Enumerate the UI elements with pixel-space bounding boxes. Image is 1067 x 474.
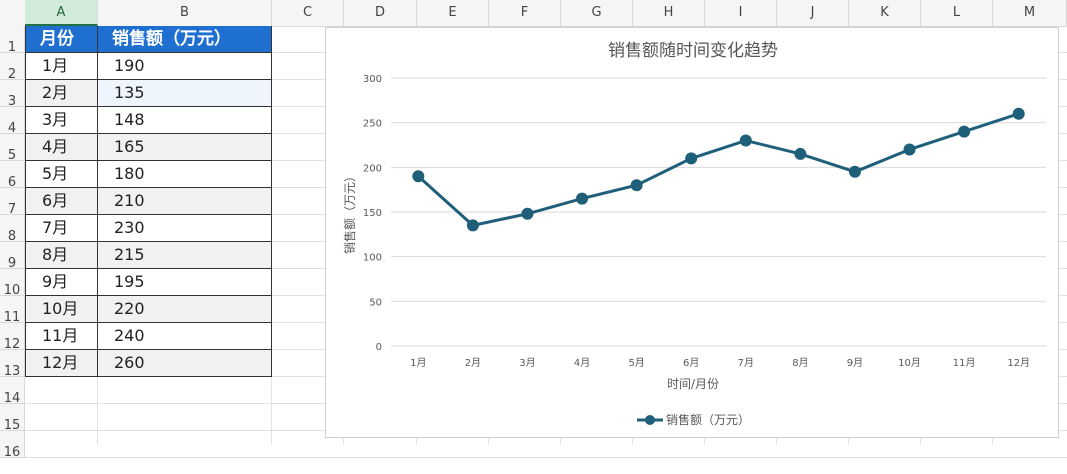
cell-month[interactable]: 6月 (25, 188, 98, 215)
x-tick-label: 6月 (683, 357, 699, 369)
chart-title: 销售额随时间变化趋势 (608, 41, 778, 61)
data-point (466, 219, 479, 232)
x-tick-label: 3月 (519, 357, 535, 369)
row-header-1[interactable]: 1 (0, 26, 25, 55)
column-header-d[interactable]: D (344, 0, 417, 26)
row-header-11[interactable]: 11 (0, 296, 25, 325)
select-all-corner[interactable] (0, 0, 26, 26)
row-header-3[interactable]: 3 (0, 80, 25, 109)
cell-sales[interactable]: 135 (98, 80, 272, 107)
row-header-2[interactable]: 2 (0, 53, 25, 82)
data-point (412, 170, 425, 183)
column-header-m[interactable]: M (993, 0, 1067, 26)
row-header-13[interactable]: 13 (0, 350, 25, 379)
column-header-h[interactable]: H (633, 0, 705, 26)
y-tick-label: 100 (363, 253, 382, 264)
y-tick-label: 150 (363, 208, 382, 219)
cell-sales[interactable]: 220 (98, 296, 272, 323)
cell-month[interactable]: 12月 (25, 350, 98, 377)
data-point (794, 147, 807, 160)
y-tick-label: 0 (376, 342, 382, 353)
column-header-j[interactable]: J (777, 0, 849, 26)
data-point (848, 165, 861, 178)
data-point (958, 125, 971, 138)
series-line (417, 112, 1020, 227)
x-tick-label: 10月 (898, 357, 921, 369)
row-header-7[interactable]: 7 (0, 188, 25, 217)
legend-marker (645, 415, 655, 425)
cell-month[interactable]: 10月 (25, 296, 98, 323)
chart-svg: 销售额随时间变化趋势 0 50 100 150 200 250 300 1月 2月 3月 4月 5月 6月… (342, 41, 1046, 427)
data-point (903, 143, 916, 156)
cell-sales[interactable]: 240 (98, 323, 272, 350)
data-point (739, 134, 752, 147)
x-tick-label: 11月 (953, 357, 976, 369)
data-point (685, 152, 698, 165)
column-header-b[interactable]: B (98, 0, 272, 26)
data-point (521, 207, 534, 220)
data-point (1012, 107, 1025, 120)
cell-sales[interactable]: 230 (98, 215, 272, 242)
cell-sales[interactable]: 260 (98, 350, 272, 377)
line-chart[interactable]: 销售额随时间变化趋势 0 50 100 150 200 250 300 1月 2月 3月 4月 5月 6月… (325, 27, 1059, 438)
x-tick-label: 12月 (1007, 357, 1030, 369)
x-tick-label: 9月 (847, 357, 863, 369)
cell-month[interactable]: 9月 (25, 269, 98, 296)
x-tick-label: 5月 (628, 357, 644, 369)
column-header-k[interactable]: K (849, 0, 921, 26)
column-header-e[interactable]: E (417, 0, 489, 26)
row-header-12[interactable]: 12 (0, 323, 25, 352)
column-header-f[interactable]: F (489, 0, 561, 26)
data-point (576, 192, 589, 205)
spreadsheet: ABCDEFGHIJKLM 1 2 3 4 5 6 7 8 9 10 11 12 13 14 15 16 月份… (0, 0, 1067, 460)
column-headers: ABCDEFGHIJKLM (0, 0, 1067, 27)
y-tick-label: 300 (363, 74, 382, 85)
y-tick-label: 250 (363, 119, 382, 130)
row-header-8[interactable]: 8 (0, 215, 25, 244)
header-month[interactable]: 月份 (25, 26, 98, 53)
cell-month[interactable]: 5月 (25, 161, 98, 188)
row-header-9[interactable]: 9 (0, 242, 25, 271)
legend-label: 销售额（万元） (666, 412, 750, 427)
column-header-l[interactable]: L (921, 0, 993, 26)
column-header-c[interactable]: C (272, 0, 344, 26)
gridline-horizontal (25, 457, 1067, 458)
data-point (630, 179, 643, 192)
cell-sales[interactable]: 165 (98, 134, 272, 161)
column-header-a[interactable]: A (25, 0, 98, 26)
cell-sales[interactable]: 195 (98, 269, 272, 296)
cell-month[interactable]: 2月 (25, 80, 98, 107)
cell-month[interactable]: 3月 (25, 107, 98, 134)
x-tick-label: 1月 (410, 357, 426, 369)
cell-month[interactable]: 8月 (25, 242, 98, 269)
y-tick-label: 200 (363, 163, 382, 174)
cell-month[interactable]: 7月 (25, 215, 98, 242)
column-header-i[interactable]: I (705, 0, 777, 26)
x-tick-label: 2月 (465, 357, 481, 369)
column-header-g[interactable]: G (561, 0, 633, 26)
row-header-6[interactable]: 6 (0, 161, 25, 190)
row-header-4[interactable]: 4 (0, 107, 25, 136)
cell-sales[interactable]: 180 (98, 161, 272, 188)
x-tick-label: 4月 (574, 357, 590, 369)
cell-month[interactable]: 4月 (25, 134, 98, 161)
y-axis-label: 销售额（万元） (342, 170, 357, 254)
cell-sales[interactable]: 190 (98, 53, 272, 80)
x-tick-label: 7月 (738, 357, 754, 369)
row-header-5[interactable]: 5 (0, 134, 25, 163)
header-sales[interactable]: 销售额（万元） (98, 26, 272, 53)
row-header-14[interactable]: 14 (0, 377, 25, 406)
x-tick-label: 8月 (792, 357, 808, 369)
x-axis-label: 时间/月份 (667, 377, 719, 391)
y-tick-label: 50 (369, 297, 382, 308)
cell-month[interactable]: 1月 (25, 53, 98, 80)
row-header-15[interactable]: 15 (0, 404, 25, 433)
cell-month[interactable]: 11月 (25, 323, 98, 350)
row-header-10[interactable]: 10 (0, 269, 25, 298)
cell-sales[interactable]: 215 (98, 242, 272, 269)
cell-sales[interactable]: 210 (98, 188, 272, 215)
cell-sales[interactable]: 148 (98, 107, 272, 134)
